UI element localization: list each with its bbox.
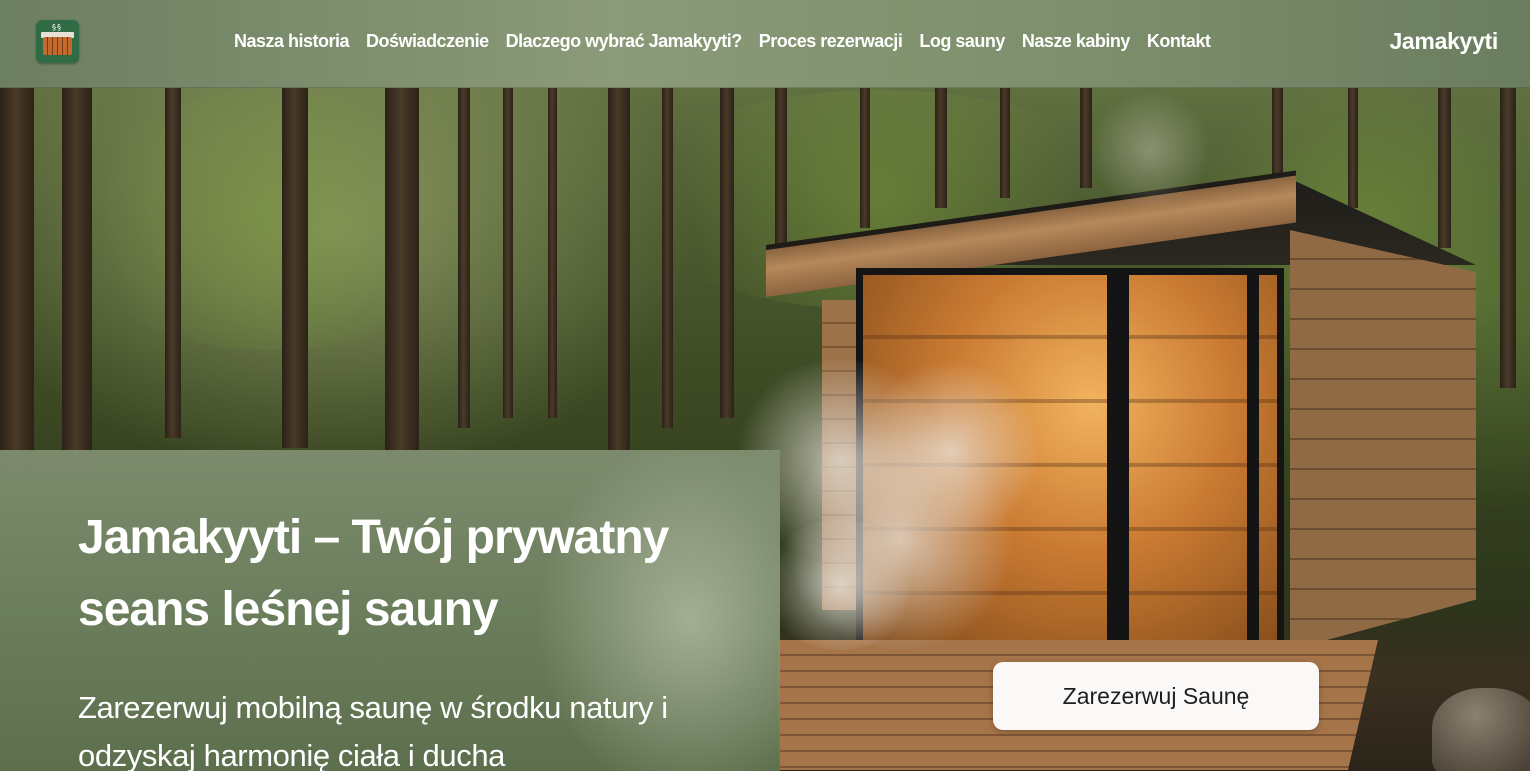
book-sauna-button[interactable]: Zarezerwuj Saunę xyxy=(993,662,1319,730)
rock xyxy=(1432,688,1530,771)
top-navigation: §§ Nasza historia Doświadczenie Dlaczego… xyxy=(0,0,1530,88)
sauna-cabin-icon[interactable]: §§ xyxy=(36,20,79,63)
nav-link-dlaczego-wybrac[interactable]: Dlaczego wybrać Jamakyyti? xyxy=(506,31,743,52)
main-nav: Nasza historia Doświadczenie Dlaczego wy… xyxy=(234,31,1227,52)
sauna-side-wall xyxy=(1290,230,1476,650)
nav-link-kontakt[interactable]: Kontakt xyxy=(1147,31,1211,52)
hero-subtitle: Zarezerwuj mobilną saunę w środku natury… xyxy=(78,690,668,771)
brand-name[interactable]: Jamakyyti xyxy=(1389,28,1498,55)
nav-link-nasza-historia[interactable]: Nasza historia xyxy=(234,31,350,52)
nav-link-nasze-kabiny[interactable]: Nasze kabiny xyxy=(1022,31,1131,52)
nav-link-log-sauny[interactable]: Log sauny xyxy=(919,31,1005,52)
hero-title: Jamakyyti – Twój prywatny seans leśnej s… xyxy=(78,511,669,636)
nav-link-proces-rezerwacji[interactable]: Proces rezerwacji xyxy=(759,31,903,52)
landing-page: §§ Nasza historia Doświadczenie Dlaczego… xyxy=(0,0,1530,771)
nav-link-doswiadczenie[interactable]: Doświadczenie xyxy=(366,31,489,52)
